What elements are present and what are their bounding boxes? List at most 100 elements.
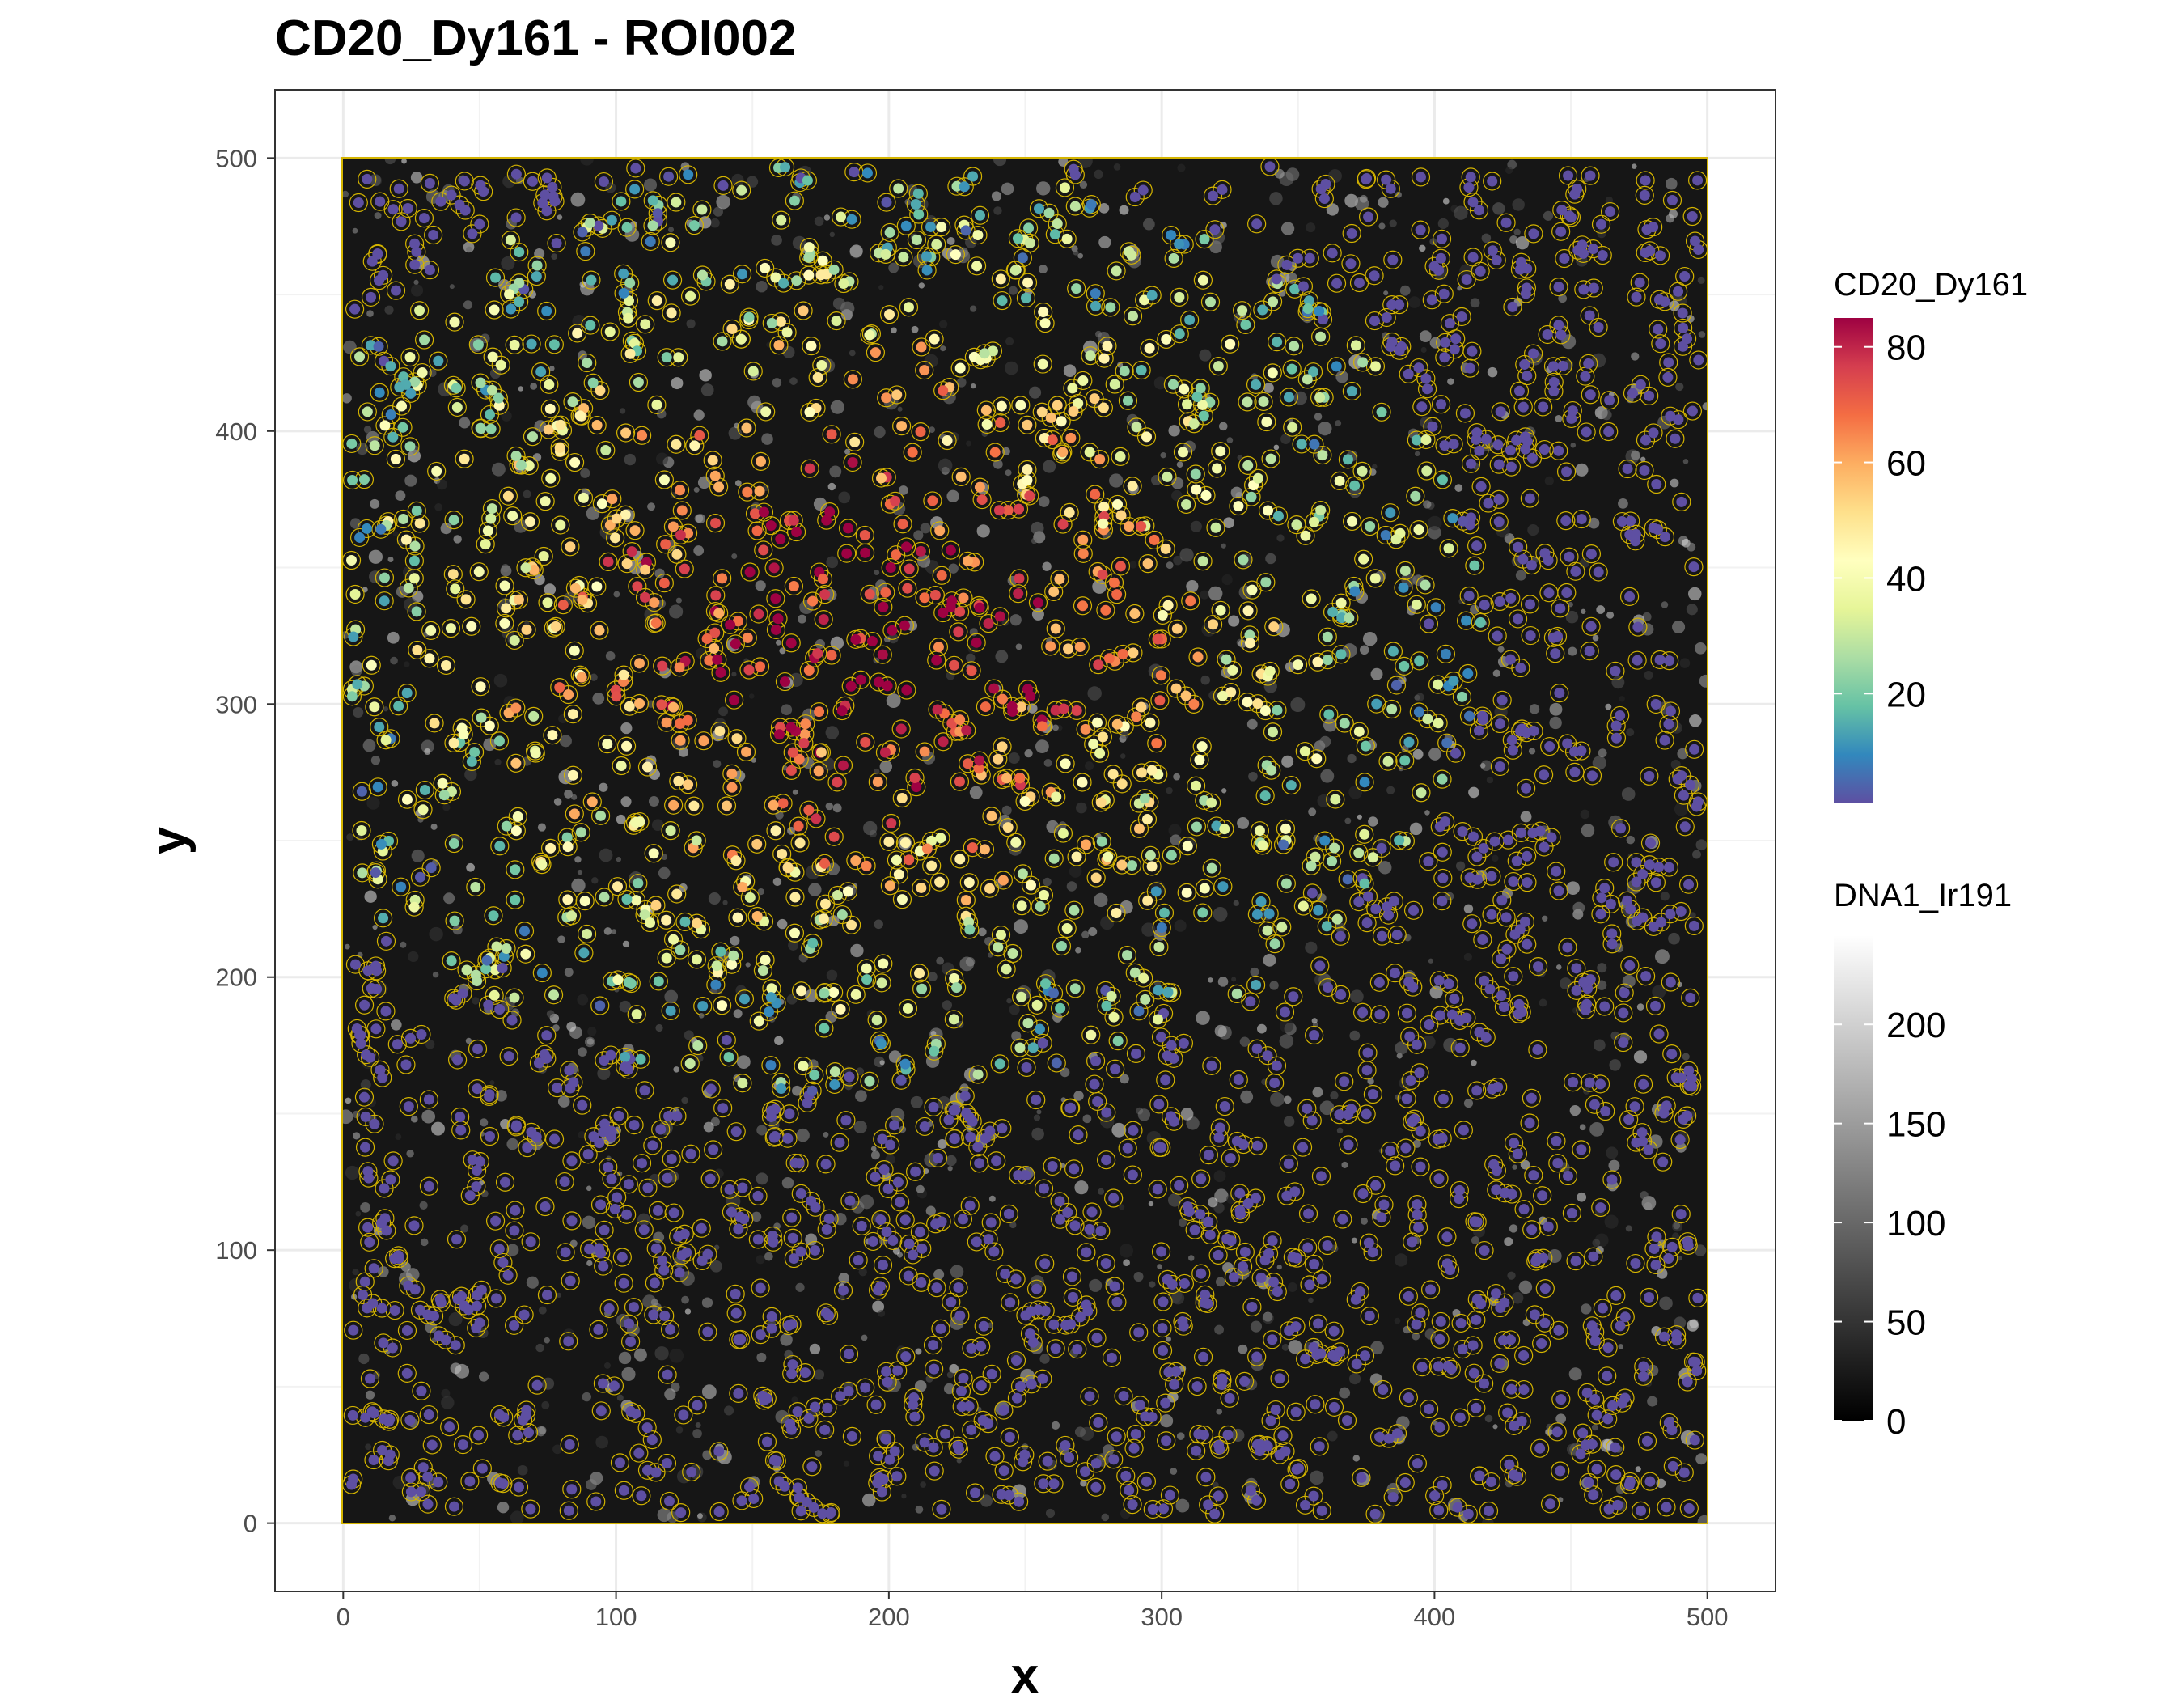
- dna-speck: [570, 192, 586, 207]
- cell-point: [1239, 1375, 1251, 1387]
- cell-point: [838, 1285, 849, 1296]
- cell-point: [1101, 1000, 1112, 1011]
- cell-point: [1436, 399, 1447, 410]
- dna-speck: [1269, 192, 1283, 205]
- dna-speck: [976, 524, 990, 538]
- dna-speck: [1214, 1024, 1227, 1037]
- dna-speck: [850, 943, 864, 958]
- cell-point: [1665, 977, 1676, 988]
- dna-speck: [1625, 1225, 1632, 1232]
- dna-speck: [942, 1000, 953, 1011]
- dna-speck: [855, 1090, 867, 1103]
- cell-point: [1619, 1311, 1631, 1323]
- chart-title: CD20_Dy161 - ROI002: [275, 11, 796, 66]
- cell-point: [1483, 1506, 1494, 1517]
- dna-speck: [1596, 980, 1607, 990]
- dna-speck: [1428, 958, 1433, 964]
- dna-speck: [1378, 197, 1389, 208]
- dna-speck: [966, 440, 971, 447]
- dna-speck: [466, 862, 475, 872]
- cell-point: [967, 171, 979, 182]
- dna-speck: [1335, 370, 1348, 383]
- cell-point: [1413, 706, 1424, 718]
- dna-speck: [1073, 249, 1079, 256]
- dna-speck: [774, 1036, 784, 1045]
- dna-speck: [1471, 1059, 1477, 1066]
- dna-speck: [1119, 205, 1129, 215]
- dna-speck: [1463, 952, 1472, 961]
- cell-point: [696, 269, 708, 281]
- cell-point: [964, 1200, 976, 1211]
- dna-speck: [946, 671, 955, 680]
- dna-speck: [1063, 364, 1077, 378]
- dna-speck: [1308, 1297, 1314, 1303]
- cell-point: [405, 1472, 417, 1484]
- cell-point: [1658, 1108, 1670, 1119]
- dna-speck: [796, 1128, 810, 1142]
- cell-point: [1675, 906, 1687, 917]
- dna-speck: [695, 1053, 704, 1063]
- dna-speck: [1151, 474, 1162, 485]
- dna-speck: [1654, 949, 1670, 964]
- dna-speck: [1101, 1513, 1110, 1522]
- dna-speck: [1632, 163, 1637, 169]
- dna-speck: [664, 1388, 676, 1400]
- cell-point: [1015, 1380, 1026, 1392]
- dna-speck: [1697, 276, 1705, 284]
- cell-point: [1069, 983, 1081, 994]
- cell-point: [1221, 654, 1232, 665]
- cell-point: [1156, 1032, 1167, 1043]
- dna-speck: [1213, 906, 1228, 922]
- dna-speck: [404, 474, 417, 487]
- cell-point: [1610, 720, 1622, 731]
- cell-point: [1339, 718, 1350, 729]
- cell-point: [1261, 416, 1272, 427]
- cell-point: [1213, 1249, 1224, 1260]
- cell-point: [629, 1120, 640, 1131]
- dna-speck: [1597, 963, 1607, 973]
- dna-speck: [1505, 167, 1513, 175]
- cell-point: [1019, 1449, 1031, 1460]
- dna-speck: [1618, 1344, 1623, 1349]
- dna-speck: [700, 383, 714, 396]
- dna-speck: [1213, 1170, 1226, 1183]
- cell-point: [665, 1324, 676, 1335]
- cell-point: [1553, 445, 1564, 456]
- dna-speck: [1569, 1104, 1581, 1116]
- dna-speck: [653, 1231, 665, 1244]
- cell-point: [542, 597, 553, 608]
- dna-speck: [1177, 163, 1186, 172]
- cell-point: [623, 1179, 634, 1190]
- dna-speck: [1077, 252, 1084, 259]
- dna-speck: [616, 814, 626, 824]
- dna-speck: [1419, 244, 1426, 252]
- cell-point: [1437, 773, 1448, 785]
- dna-speck: [1143, 218, 1155, 231]
- cell-point: [1039, 318, 1051, 329]
- dna-speck: [1619, 696, 1625, 702]
- cell-point: [737, 269, 748, 280]
- dna-speck: [1626, 728, 1635, 737]
- dna-speck: [1176, 461, 1183, 468]
- cell-point: [715, 946, 726, 957]
- cell-point: [956, 1386, 967, 1397]
- dna-speck: [1028, 386, 1042, 399]
- dna-speck: [1529, 704, 1540, 714]
- cell-point: [1494, 761, 1505, 772]
- cell-point: [870, 347, 881, 358]
- cell-point: [914, 968, 925, 979]
- cell-point: [1100, 604, 1111, 616]
- dna-speck: [1120, 753, 1126, 759]
- cell-point: [861, 860, 872, 871]
- dna-speck: [1359, 194, 1368, 203]
- dna-speck: [1348, 1373, 1361, 1385]
- dna-speck: [686, 319, 696, 328]
- cell-point: [621, 558, 633, 570]
- dna-speck: [1344, 817, 1352, 824]
- cell-point: [1022, 277, 1034, 288]
- dna-speck: [941, 962, 954, 976]
- cell-point: [561, 832, 573, 843]
- dna-speck: [878, 1309, 886, 1317]
- dna-speck: [766, 341, 772, 348]
- cell-point: [751, 525, 763, 536]
